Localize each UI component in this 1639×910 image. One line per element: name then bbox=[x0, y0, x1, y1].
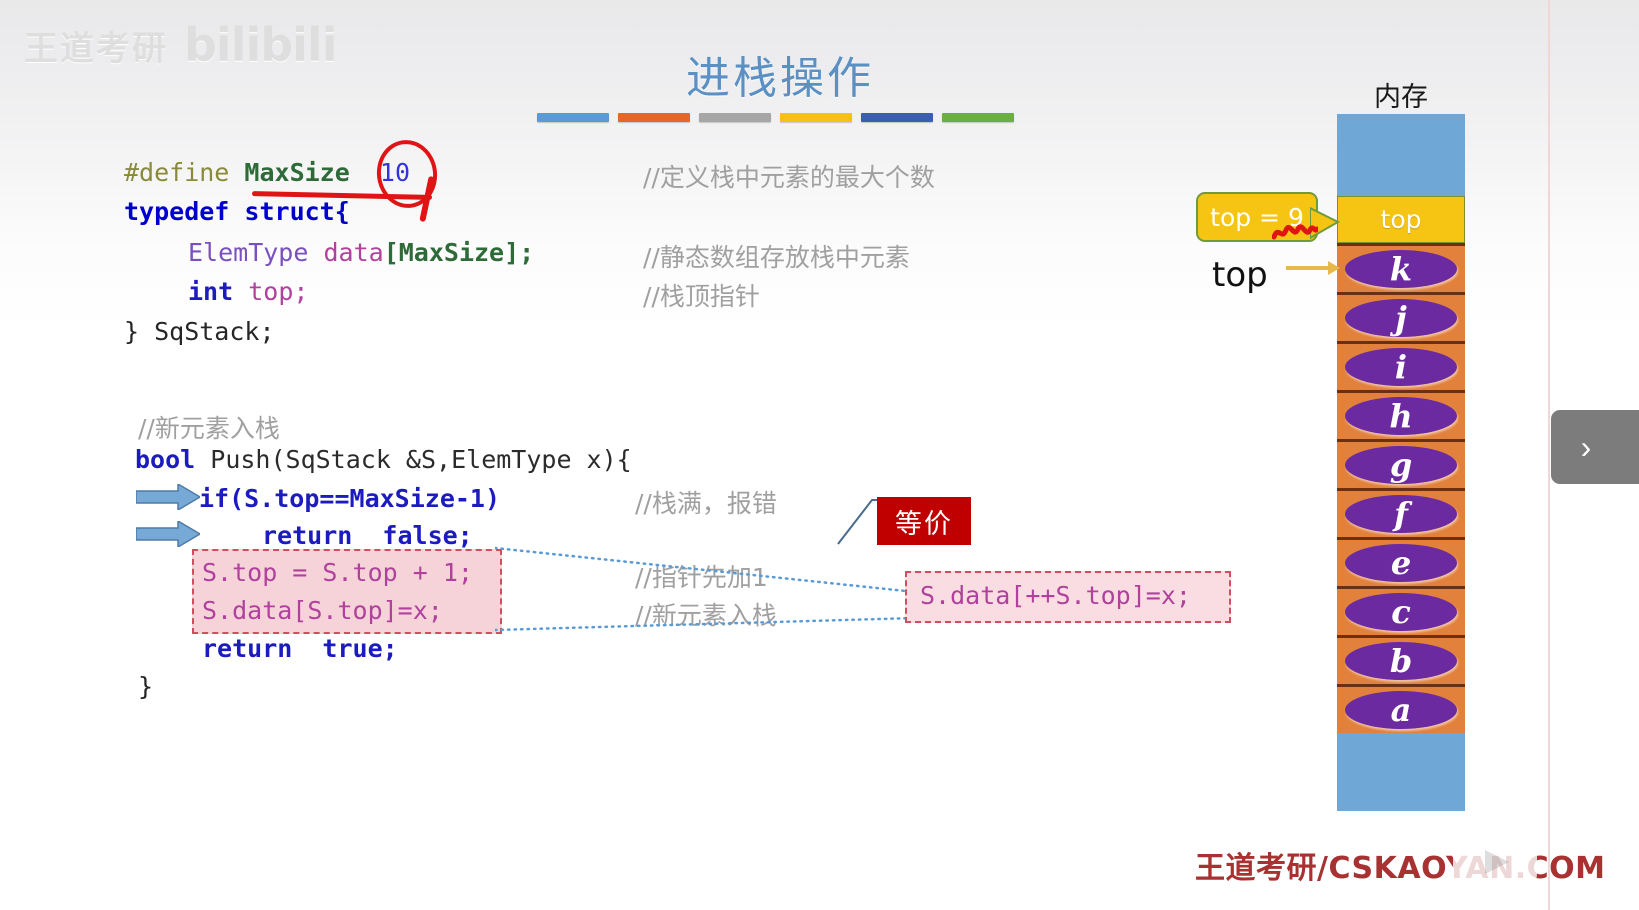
watermark-bottom-text: 王道考研/CSKAOYAN.COM bbox=[1195, 851, 1606, 886]
memory-free-top-block bbox=[1337, 114, 1465, 196]
memory-slot: h bbox=[1337, 390, 1465, 439]
int-keyword: int bbox=[188, 277, 234, 306]
blue-arrow-icon-1 bbox=[136, 484, 200, 510]
expand-sidebar-button[interactable]: › bbox=[1551, 410, 1639, 484]
space-1 bbox=[229, 158, 244, 187]
memory-slot-value: f bbox=[1345, 495, 1457, 533]
code-line-push-signature: bool Push(SqStack &S,ElemType x){ bbox=[135, 445, 632, 474]
memory-slot: j bbox=[1337, 292, 1465, 341]
blue-arrow-icon-2 bbox=[136, 521, 200, 547]
equivalent-expression-text: S.data[++S.top]=x; bbox=[920, 581, 1191, 610]
code-line-return-true: return true; bbox=[202, 634, 398, 663]
memory-slot-value: j bbox=[1345, 299, 1457, 337]
stmt1-text: S.top = S.top + 1; bbox=[202, 558, 473, 587]
connector-dotted-bottom bbox=[495, 616, 915, 632]
memory-label: 内存 bbox=[1374, 82, 1428, 113]
bilibili-logo-icon bbox=[1453, 816, 1537, 890]
memory-slot: k bbox=[1337, 243, 1465, 292]
memory-slot-value: g bbox=[1345, 446, 1457, 484]
code-line-data: ElemType data[MaxSize]; bbox=[188, 238, 534, 267]
title-rule-5 bbox=[861, 113, 933, 122]
push-signature-rest: Push(SqStack &S,ElemType x){ bbox=[195, 445, 632, 474]
memory-slot-value: k bbox=[1345, 250, 1457, 288]
define-keyword: #define bbox=[124, 158, 230, 187]
memory-slot-value: a bbox=[1345, 691, 1457, 729]
code-line-if: if(S.top==MaxSize-1) bbox=[199, 484, 500, 513]
memory-slot: e bbox=[1337, 537, 1465, 586]
comment-top: //栈顶指针 bbox=[643, 282, 760, 311]
title-rule-4 bbox=[780, 113, 852, 122]
typedef-struct-text: typedef struct{ bbox=[124, 197, 350, 226]
memory-slot-value: h bbox=[1345, 397, 1457, 435]
space-4 bbox=[233, 277, 248, 306]
code-line-define: #define MaxSize 10 bbox=[124, 158, 410, 187]
if-statement-text: if(S.top==MaxSize-1) bbox=[199, 484, 501, 513]
code-line-typedef: typedef struct{ bbox=[124, 197, 350, 226]
code-line-return-false: return false; bbox=[262, 521, 473, 550]
bool-keyword: bool bbox=[135, 445, 196, 474]
chevron-right-icon: › bbox=[1580, 429, 1592, 465]
close-brace-text: } bbox=[138, 672, 154, 701]
memory-slot: f bbox=[1337, 488, 1465, 537]
top-field-token: top; bbox=[248, 277, 309, 306]
panel-edge-divider bbox=[1548, 0, 1550, 910]
code-line-close-brace: } bbox=[138, 672, 153, 701]
memory-slot-value: i bbox=[1345, 348, 1457, 386]
page-title: 进栈操作 bbox=[686, 53, 874, 104]
code-line-stmt2: S.data[S.top]=x; bbox=[202, 596, 443, 625]
memory-free-bottom-block bbox=[1337, 733, 1465, 811]
elemtype-token: ElemType bbox=[188, 238, 309, 267]
comment-data: //静态数组存放栈中元素 bbox=[643, 243, 910, 272]
comment-stack-full: //栈满，报错 bbox=[635, 489, 777, 518]
top-pointer-arrow-icon bbox=[1286, 261, 1340, 275]
memory-slot: i bbox=[1337, 341, 1465, 390]
title-rule-2 bbox=[618, 113, 690, 122]
equivalent-badge: 等价 bbox=[877, 497, 971, 545]
title-rule-3 bbox=[699, 113, 771, 122]
slide-stage: 王道考研 bilibili 进栈操作 #define MaxSize 10 //… bbox=[0, 0, 1639, 910]
title-rule-6 bbox=[942, 113, 1014, 122]
memory-slot: a bbox=[1337, 684, 1465, 733]
memory-slot: b bbox=[1337, 635, 1465, 684]
title-rule-1 bbox=[537, 113, 609, 122]
sqstack-text: } SqStack; bbox=[124, 317, 275, 346]
code-line-sqstack: } SqStack; bbox=[124, 317, 275, 346]
space-2 bbox=[350, 158, 380, 187]
space-3 bbox=[308, 238, 323, 267]
memory-slot-value: c bbox=[1345, 593, 1457, 631]
red-squiggle-annotation bbox=[1272, 224, 1318, 240]
maxsize-macro-name: MaxSize bbox=[244, 158, 350, 187]
memory-stack-panel: top kjihgfecba bbox=[1337, 114, 1465, 811]
memory-top-cell: top bbox=[1337, 196, 1465, 243]
memory-slot-value: b bbox=[1345, 642, 1457, 680]
memory-slot: c bbox=[1337, 586, 1465, 635]
comment-push-head: //新元素入栈 bbox=[138, 414, 280, 443]
badge-leader-line bbox=[837, 499, 880, 545]
data-field-token: data bbox=[323, 238, 384, 267]
memory-slot: g bbox=[1337, 439, 1465, 488]
code-line-top: int top; bbox=[188, 277, 308, 306]
memory-slot-value: e bbox=[1345, 544, 1457, 582]
code-line-equivalent: S.data[++S.top]=x; bbox=[920, 581, 1191, 610]
return-false-text: return false; bbox=[262, 521, 473, 550]
return-true-text: return true; bbox=[202, 634, 398, 663]
top-pointer-label: top bbox=[1212, 255, 1268, 295]
code-line-stmt1: S.top = S.top + 1; bbox=[202, 558, 473, 587]
maxsize-index-token: [MaxSize]; bbox=[383, 238, 535, 267]
stmt2-text: S.data[S.top]=x; bbox=[202, 596, 443, 625]
comment-maxsize: //定义栈中元素的最大个数 bbox=[643, 163, 935, 192]
